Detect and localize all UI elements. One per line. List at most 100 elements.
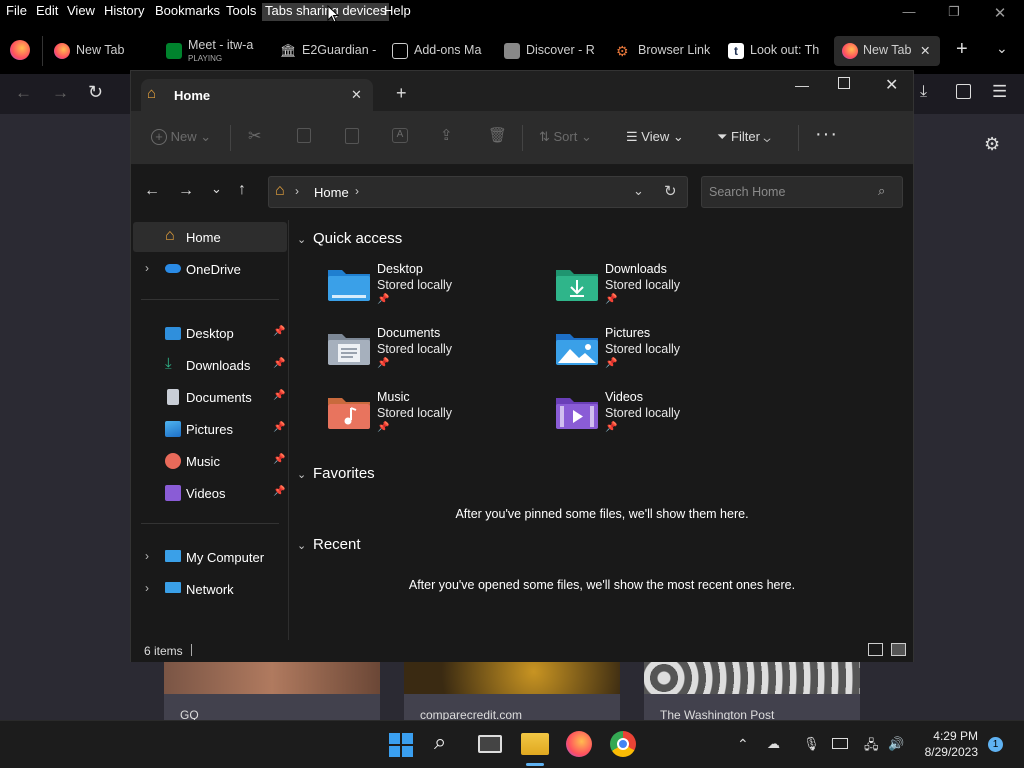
browser-tab-active[interactable]: New Tab ✕: [834, 36, 940, 66]
browser-tab[interactable]: ⚙ Browser Link: [616, 36, 716, 66]
rename-icon[interactable]: A: [392, 128, 408, 143]
newtab-card-comparecredit[interactable]: comparecredit.com: [404, 662, 620, 720]
recent-locations-chevron-icon[interactable]: ⌄: [211, 181, 222, 197]
browser-tab[interactable]: New Tab: [54, 36, 154, 66]
sidebar-item-network[interactable]: › Network: [133, 574, 287, 604]
browser-minimize-button[interactable]: —: [899, 4, 919, 20]
maximize-button[interactable]: [838, 77, 850, 89]
breadcrumb-chevron-icon[interactable]: ›: [355, 184, 359, 198]
search-icon[interactable]: ⌕: [434, 729, 462, 757]
menu-tools[interactable]: Tools: [223, 3, 259, 21]
show-hidden-icons-chevron-icon[interactable]: ⌃: [737, 736, 749, 753]
sidebar-item-pictures[interactable]: Pictures 📌: [133, 414, 287, 444]
expand-chevron-icon[interactable]: ›: [145, 261, 149, 275]
up-arrow-icon[interactable]: ↑: [238, 181, 246, 199]
sort-button[interactable]: ⇅ Sort ⌄: [539, 129, 592, 145]
menu-tabs-sharing-devices[interactable]: Tabs sharing devices: [262, 3, 390, 21]
pin-icon[interactable]: 📌: [273, 422, 285, 433]
sidebar-item-downloads[interactable]: ⤓ Downloads 📌: [133, 350, 287, 380]
cut-icon[interactable]: ✂: [248, 126, 261, 146]
pin-icon[interactable]: 📌: [273, 486, 285, 497]
newtab-card-gq[interactable]: GQ: [164, 662, 380, 720]
menu-help[interactable]: Help: [381, 3, 414, 21]
sidebar-item-onedrive[interactable]: › OneDrive: [133, 254, 287, 284]
pin-icon[interactable]: 📌: [273, 454, 285, 465]
expand-chevron-icon[interactable]: ›: [145, 581, 149, 595]
clock-time[interactable]: 4:29 PM: [920, 729, 978, 743]
reload-icon[interactable]: ↻: [88, 82, 103, 103]
address-dropdown-chevron-icon[interactable]: ⌄: [633, 183, 644, 199]
browser-restore-button[interactable]: ❐: [944, 4, 964, 20]
network-status-icon[interactable]: 🖧: [864, 736, 879, 758]
menu-file[interactable]: File: [3, 3, 30, 21]
task-view-icon[interactable]: [478, 735, 502, 753]
sidebar-item-desktop[interactable]: Desktop 📌: [133, 318, 287, 348]
new-button[interactable]: + New ⌄: [151, 129, 211, 145]
downloads-icon[interactable]: ⤓: [920, 83, 927, 101]
more-options-icon[interactable]: ···: [815, 123, 838, 146]
clock-date[interactable]: 8/29/2023: [910, 745, 978, 759]
quick-access-videos[interactable]: Videos Stored locally 📌: [555, 388, 775, 444]
onedrive-offline-icon[interactable]: ☁: [767, 736, 780, 752]
new-explorer-tab-button[interactable]: +: [396, 83, 407, 104]
refresh-icon[interactable]: ↻: [664, 182, 677, 200]
quick-access-music[interactable]: Music Stored locally 📌: [327, 388, 547, 444]
section-quick-access[interactable]: ⌄ Quick access: [297, 230, 402, 247]
view-button[interactable]: ☰ View ⌄: [626, 129, 684, 145]
hamburger-menu-icon[interactable]: ☰: [992, 82, 1007, 102]
quick-access-desktop[interactable]: Desktop Stored locally 📌: [327, 260, 547, 316]
search-input[interactable]: Search Home ⌕: [701, 176, 903, 208]
tiles-view-icon[interactable]: [891, 643, 906, 656]
browser-tab[interactable]: t Look out: Th: [728, 36, 828, 66]
list-tabs-chevron-icon[interactable]: ⌄: [996, 40, 1008, 57]
filter-button[interactable]: ⏷ Filter ⌄: [717, 129, 771, 145]
firefox-view-icon[interactable]: [10, 40, 30, 60]
section-favorites[interactable]: ⌄ Favorites: [297, 465, 375, 482]
close-window-button[interactable]: ✕: [885, 75, 898, 95]
browser-tab[interactable]: Discover - R: [504, 36, 604, 66]
sidebar-item-home[interactable]: ⌂ Home: [133, 222, 287, 252]
firefox-taskbar-icon[interactable]: [566, 731, 592, 757]
settings-gear-icon[interactable]: ⚙: [984, 134, 1000, 155]
file-explorer-taskbar-icon[interactable]: [521, 733, 549, 755]
details-view-icon[interactable]: [868, 643, 883, 656]
copy-icon[interactable]: [297, 128, 311, 143]
pin-icon[interactable]: 📌: [273, 390, 285, 401]
start-windows-icon[interactable]: [389, 733, 413, 757]
new-tab-button[interactable]: +: [956, 38, 968, 61]
menu-history[interactable]: History: [101, 3, 147, 21]
share-icon[interactable]: ⇪: [440, 126, 453, 144]
breadcrumb-home[interactable]: Home: [314, 185, 349, 200]
chrome-taskbar-icon[interactable]: [610, 731, 636, 757]
microphone-icon[interactable]: 🎙: [803, 736, 820, 752]
menu-edit[interactable]: Edit: [33, 3, 61, 21]
volume-icon[interactable]: 🔊: [888, 736, 904, 752]
quick-access-downloads[interactable]: Downloads Stored locally 📌: [555, 260, 775, 316]
notification-badge[interactable]: 1: [988, 737, 1003, 752]
browser-close-button[interactable]: ✕: [990, 4, 1010, 22]
expand-chevron-icon[interactable]: ›: [145, 549, 149, 563]
browser-tab-meet[interactable]: Meet - itw-a PLAYING: [166, 36, 266, 66]
menu-bookmarks[interactable]: Bookmarks: [152, 3, 223, 21]
keyboard-icon[interactable]: [832, 738, 848, 749]
explorer-tab-home[interactable]: ⌂ Home ✕: [141, 79, 373, 111]
back-arrow-icon[interactable]: ←: [15, 83, 32, 103]
newtab-card-washington-post[interactable]: The Washington Post: [644, 662, 860, 720]
pin-icon[interactable]: 📌: [273, 358, 285, 369]
close-tab-icon[interactable]: ✕: [920, 43, 930, 58]
browser-tab[interactable]: Add-ons Ma: [392, 36, 492, 66]
back-arrow-icon[interactable]: ←: [144, 182, 160, 200]
paste-icon[interactable]: [345, 128, 359, 144]
pin-icon[interactable]: 📌: [273, 326, 285, 337]
menu-view[interactable]: View: [64, 3, 98, 21]
address-bar[interactable]: ⌂ › Home › ⌄ ↻: [268, 176, 688, 208]
sidebar-item-music[interactable]: Music 📌: [133, 446, 287, 476]
browser-tab[interactable]: 🏛 E2Guardian -: [280, 36, 380, 66]
sidebar-item-documents[interactable]: Documents 📌: [133, 382, 287, 412]
sidebar-item-my-computer[interactable]: › My Computer: [133, 542, 287, 572]
extensions-icon[interactable]: [956, 84, 971, 99]
quick-access-pictures[interactable]: Pictures Stored locally 📌: [555, 324, 775, 380]
close-tab-icon[interactable]: ✕: [351, 87, 362, 103]
quick-access-documents[interactable]: Documents Stored locally 📌: [327, 324, 547, 380]
forward-arrow-icon[interactable]: →: [178, 182, 194, 200]
